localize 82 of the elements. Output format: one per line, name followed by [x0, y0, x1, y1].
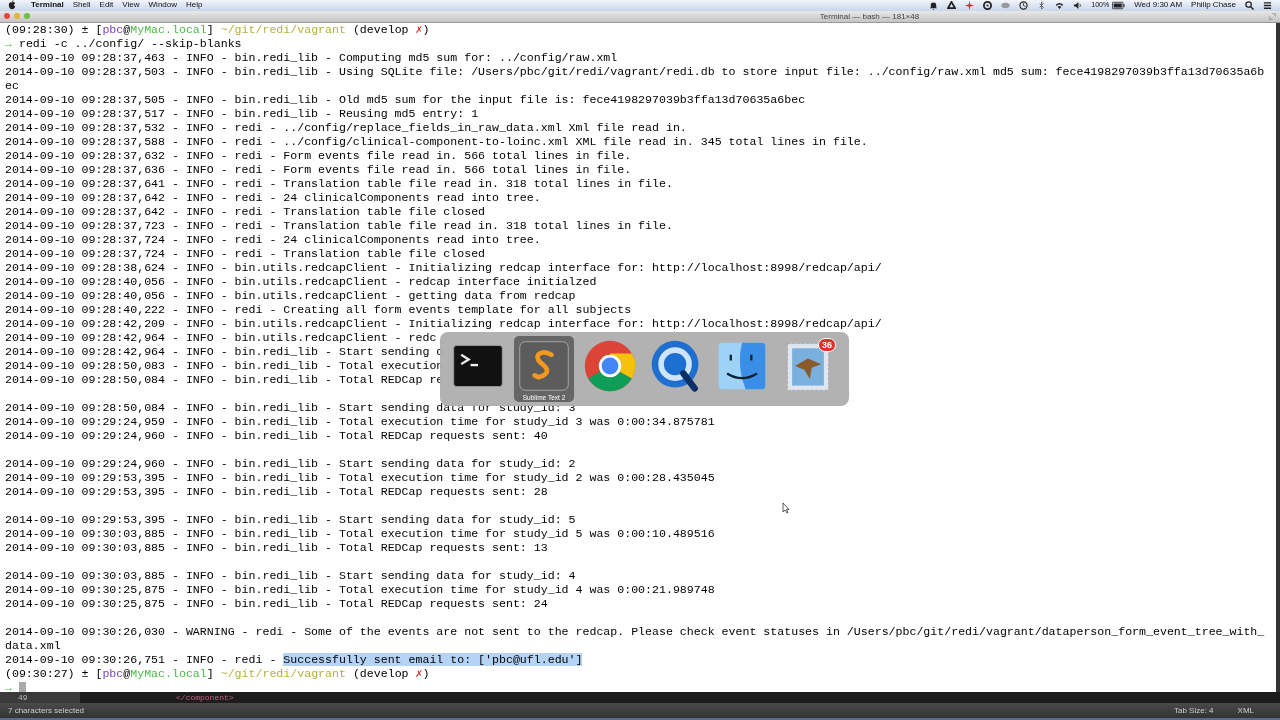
log-line: 2014-09-10 09:28:37,588 - INFO - redi - ../config/clinical-component-to-loinc.xml XML file read in. 345 total lines in file.	[5, 134, 868, 148]
syntax-setting[interactable]: XML	[1237, 706, 1254, 715]
menu-item[interactable]: Terminal	[31, 0, 64, 11]
log-line: 2014-09-10 09:28:40,056 - INFO - bin.utils.redcapClient - redcap interface initialzed	[5, 274, 597, 288]
log-line: 2014-09-10 09:28:37,723 - INFO - redi - Translation table file read in. 318 total lines in file.	[5, 218, 673, 232]
log-line: 2014-09-10 09:28:42,964 - INFO - bin.redi_lib - Start sending d	[5, 344, 444, 358]
bluetooth-icon[interactable]	[1037, 1, 1047, 10]
log-line: 2014-09-10 09:29:24,960 - INFO - bin.redi_lib - Start sending data for study_id: 2	[5, 456, 576, 470]
log-line: 2014-09-10 09:28:37,463 - INFO - bin.redi_lib - Computing md5 sum for: ../config/raw.xml	[5, 50, 618, 64]
log-line: 2014-09-10 09:28:40,056 - INFO - bin.utils.redcapClient - getting data from redcap	[5, 288, 576, 302]
log-line: 2014-09-10 09:28:50,084 - INFO - bin.redi_lib - Start sending data for study_id: 3	[5, 400, 576, 414]
prompt-text: (09:30:27) ± [pbc@MyMac.local] ~/git/redi/vagrant (develop ✗)	[5, 666, 430, 680]
log-line: 2014-09-10 09:28:37,532 - INFO - redi - ../config/replace_fields_in_raw_data.xml Xml file read in.	[5, 120, 687, 134]
wifi-icon[interactable]	[1055, 1, 1065, 10]
log-line: 2014-09-10 09:28:42,964 - INFO - bin.utils.redcapClient - redc	[5, 330, 437, 344]
prompt-arrow: →	[5, 680, 12, 693]
log-line: 2014-09-10 09:29:53,395 - INFO - bin.redi_lib - Total execution time for study_id 2 was 0:00:28.435045	[5, 470, 715, 484]
log-line: 2014-09-10 09:28:37,503 - INFO - bin.redi_lib - Using SQLite file: /Users/pbc/git/redi/vagrant/redi.db to store input file: ../config/raw.xml md5 sum: fece4198297039b3ffa13d70635a6b	[5, 64, 1265, 78]
mouse-pointer-icon	[782, 501, 790, 514]
log-line: 2014-09-10 09:28:38,624 - INFO - bin.utils.redcapClient - Initializing redcap interface for: http://localhost:8998/redcap/api/	[5, 260, 882, 274]
log-line: 2014-09-10 09:30:03,885 - INFO - bin.redi_lib - Total execution time for study_id 5 was 0:00:10.489516	[5, 526, 715, 540]
code-text: </component>	[176, 693, 234, 703]
tab-size-setting[interactable]: Tab Size: 4	[1173, 706, 1214, 715]
prompt-text: (09:28:30) ± [pbc@MyMac.local] ~/git/redi/vagrant (develop ✗)	[5, 22, 430, 36]
menu-item[interactable]: View	[122, 0, 140, 11]
close-button[interactable]	[4, 13, 10, 20]
log-line: 2014-09-10 09:28:37,724 - INFO - redi - 24 clinicalComponents read into tree.	[5, 232, 541, 246]
menu-item[interactable]: Edit	[99, 0, 114, 11]
battery-icon[interactable]	[1112, 1, 1126, 10]
chrome-icon	[584, 340, 636, 392]
log-line: 2014-09-10 09:28:37,641 - INFO - redi - Translation table file read in. 318 total lines in file.	[5, 176, 673, 190]
log-line: 2014-09-10 09:29:24,960 - INFO - bin.redi_lib - Total REDCap requests sent: 40	[5, 428, 548, 442]
triangle-icon[interactable]	[947, 1, 957, 10]
user-name[interactable]: Philip Chase	[1191, 0, 1236, 11]
circle-icon[interactable]	[983, 1, 993, 10]
log-line: 2014-09-10 09:28:37,636 - INFO - redi - Form events file read in. 566 total lines in file.	[5, 162, 632, 176]
log-line: ec	[5, 78, 19, 92]
log-line: 2014-09-10 09:28:37,632 - INFO - redi - Form events file read in. 566 total lines in file.	[5, 148, 632, 162]
menu-item[interactable]: Help	[186, 0, 203, 11]
notification-badge: 36	[818, 337, 836, 352]
clock-icon[interactable]	[1019, 1, 1029, 10]
bell-icon[interactable]	[929, 1, 939, 10]
spark-icon[interactable]	[965, 1, 975, 10]
log-line: data.xml	[5, 638, 61, 652]
app-switcher-item[interactable]: 36	[778, 335, 838, 402]
terminal-pane[interactable]	[0, 22, 1276, 693]
terminal-icon	[453, 344, 503, 387]
menu-item[interactable]: Shell	[72, 0, 91, 11]
log-line: 2014-09-10 09:28:37,517 - INFO - bin.redi_lib - Reusing md5 entry: 1	[5, 106, 479, 120]
log-line: 2014-09-10 09:29:24,959 - INFO - bin.redi_lib - Total execution time for study_id 3 was 0:00:34.875781	[5, 414, 715, 428]
log-line: 2014-09-10 09:30:25,875 - INFO - bin.redi_lib - Total REDCap requests sent: 24	[5, 596, 548, 610]
log-line: 2014-09-10 09:28:37,505 - INFO - bin.redi_lib - Old md5 sum for the input file is: fece4198297039b3ffa13d70635a6bec	[5, 92, 806, 106]
prompt-arrow: →	[5, 36, 12, 50]
log-line: 2014-09-10 09:30:03,885 - INFO - bin.redi_lib - Start sending data for study_id: 4	[5, 568, 576, 582]
menu-item[interactable]: Window	[148, 0, 177, 11]
line-number: 49	[0, 692, 80, 704]
text-cursor	[18, 681, 26, 693]
log-line: 2014-09-10 09:30:26,751 - INFO - redi -	[5, 652, 278, 666]
log-line: 2014-09-10 09:30:03,885 - INFO - bin.redi_lib - Total REDCap requests sent: 13	[5, 540, 548, 554]
selected-text: Successfully sent email to: ['pbc@ufl.edu']	[283, 652, 583, 666]
log-line: 2014-09-10 09:28:50,083 - INFO - bin.redi_lib - Total execution	[5, 358, 444, 372]
log-line: 2014-09-10 09:30:25,875 - INFO - bin.redi_lib - Total execution time for study_id 4 was 0:00:21.989748	[5, 582, 715, 596]
log-line: 2014-09-10 09:28:37,642 - INFO - redi - 24 clinicalComponents read into tree.	[5, 190, 541, 204]
command-text: redi -c ../config/ --skip-blanks	[17, 36, 242, 50]
apple-icon[interactable]	[8, 0, 16, 11]
list-icon[interactable]	[1263, 1, 1272, 10]
status-text: 7 characters selected	[8, 706, 85, 715]
log-line: 2014-09-10 09:28:40,222 - INFO - redi - Creating all form events template for all subjects	[5, 302, 632, 316]
log-line: 2014-09-10 09:28:37,724 - INFO - redi - Translation table file closed	[5, 246, 486, 260]
log-line: 2014-09-10 09:30:26,030 - WARNING - redi - Some of the events are not sent to the redcap. Please check event statuses in /Users/pbc/git/redi/vagrant/dataperson_form_event_tree_with_	[5, 624, 1265, 638]
log-line: 2014-09-10 09:28:50,084 - INFO - bin.redi_lib - Total REDCap re	[5, 372, 444, 386]
quicktime-icon	[651, 340, 699, 392]
log-line: 2014-09-10 09:29:53,395 - INFO - bin.redi_lib - Start sending data for study_id: 5	[5, 512, 576, 526]
log-line: 2014-09-10 09:28:42,209 - INFO - bin.utils.redcapClient - Initializing redcap interface for: http://localhost:8998/redcap/api/	[5, 316, 882, 330]
volume-icon[interactable]	[1073, 1, 1083, 10]
log-line: 2014-09-10 09:28:37,642 - INFO - redi - Translation table file closed	[5, 204, 486, 218]
finder-icon	[718, 342, 766, 390]
menu-clock[interactable]: Wed 9:30 AM	[1134, 0, 1183, 11]
sublime-icon	[519, 341, 569, 391]
log-line: 2014-09-10 09:29:53,395 - INFO - bin.redi_lib - Total REDCap requests sent: 28	[5, 484, 548, 498]
search-icon[interactable]	[1245, 1, 1254, 10]
window-title: Terminal — bash — 181×48	[818, 11, 921, 21]
